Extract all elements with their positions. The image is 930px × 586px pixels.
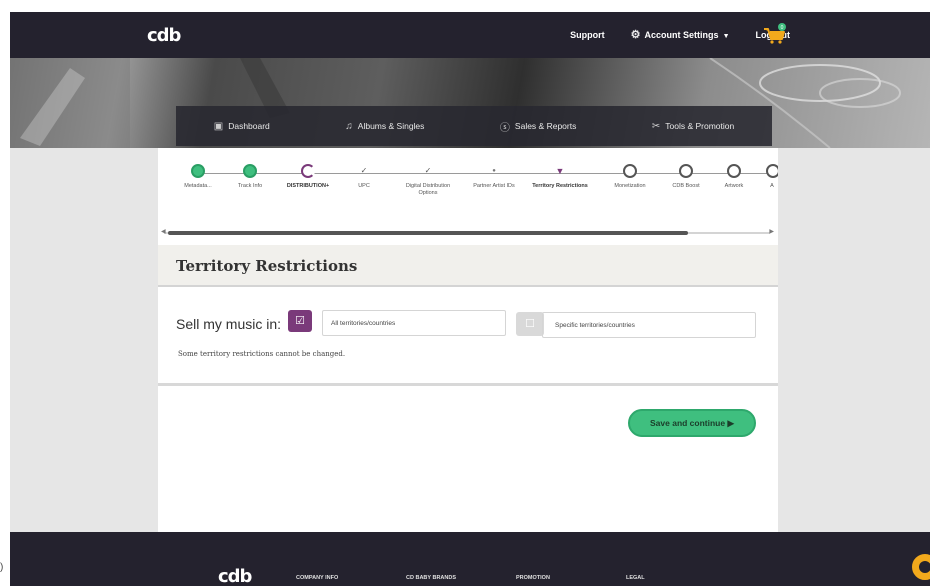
tools-icon: ✂	[651, 120, 661, 132]
step-monetization[interactable]: Monetization	[602, 164, 658, 190]
step-partner-artist-ids[interactable]: ● Partner Artist IDs	[466, 164, 522, 190]
nav-tools-promotion[interactable]: ✂ Tools & Promotion	[652, 121, 734, 132]
specific-territories-option[interactable]: Specific territories/countries	[542, 312, 756, 338]
step-label: Metadata...	[184, 183, 212, 189]
step-label: Artwork	[724, 183, 744, 189]
step-label: Territory Restrictions	[532, 183, 588, 189]
step-label: Monetization	[614, 183, 646, 189]
location-pin-icon: ▼	[555, 166, 565, 176]
nav-dashboard-label: Dashboard	[228, 121, 270, 131]
step-label: DISTRIBUTION+	[286, 183, 330, 189]
footer-link-cd-baby-brands[interactable]: CD BABY BRANDS	[406, 575, 516, 581]
step-label: A	[770, 183, 774, 189]
progress-stepper: Metadata... Track Info DISTRIBUTION+ ✓ U…	[158, 148, 778, 238]
top-links: Support ⚙Account Settings▼ Log Out	[570, 28, 790, 41]
step-open-icon	[766, 164, 778, 178]
step-current-icon	[301, 164, 315, 178]
step-open-icon	[679, 164, 693, 178]
nav-sales-label: Sales & Reports	[514, 121, 577, 131]
step-territory-restrictions[interactable]: ▼ Territory Restrictions	[532, 164, 588, 190]
chat-bubble-icon[interactable]	[912, 554, 930, 580]
step-label: UPC	[358, 183, 370, 189]
footer-link-promotion[interactable]: PROMOTION	[516, 575, 626, 581]
footer-link-company-info[interactable]: COMPANY INFO	[296, 575, 406, 581]
nav-albums-label: Albums & Singles	[357, 121, 425, 131]
cart-count: 0	[781, 25, 784, 31]
checkmark-icon: ✓	[424, 166, 432, 175]
step-open-icon	[623, 164, 637, 178]
step-label: Digital Distribution Options	[405, 183, 451, 196]
footer: cdb COMPANY INFO CD BABY BRANDS PROMOTIO…	[10, 532, 930, 586]
step-label: Track Info	[237, 183, 263, 189]
nav-albums-singles[interactable]: ♫ Albums & Singles	[345, 121, 424, 132]
section-header: Territory Restrictions	[158, 245, 778, 287]
top-navbar: cdb Support ⚙Account Settings▼ Log Out 0	[10, 12, 930, 58]
footer-link-legal[interactable]: LEGAL	[626, 575, 736, 581]
territory-panel: Sell my music in: Some territory restric…	[158, 294, 778, 386]
left-gutter	[10, 148, 158, 532]
dashboard-icon: ▣	[213, 120, 224, 132]
step-metadata[interactable]: Metadata...	[170, 164, 226, 190]
scroll-left-icon[interactable]: ◀	[161, 228, 166, 235]
edge-glyph: )	[0, 562, 4, 573]
right-gutter	[778, 148, 930, 532]
dot-icon: ●	[492, 168, 496, 174]
cart-icon[interactable]: 0	[763, 23, 787, 45]
step-digital-distribution[interactable]: ✓ Digital Distribution Options	[400, 164, 456, 197]
step-label: Partner Artist IDs	[473, 183, 515, 189]
stepper-scroll-thumb[interactable]	[168, 231, 688, 235]
nav-tools-label: Tools & Promotion	[665, 121, 735, 131]
territory-note: Some territory restrictions cannot be ch…	[178, 350, 346, 358]
footer-logo[interactable]: cdb	[218, 566, 252, 586]
cdbaby-logo[interactable]: cdb	[147, 25, 181, 46]
chevron-down-icon: ▼	[722, 33, 730, 40]
specific-territories-checkbox[interactable]: ☐	[516, 312, 544, 336]
step-distribution[interactable]: DISTRIBUTION+	[280, 164, 336, 190]
gear-icon: ⚙	[630, 29, 641, 41]
nav-sales-reports[interactable]: ⓢ Sales & Reports	[500, 119, 576, 134]
support-link[interactable]: Support	[570, 30, 605, 40]
step-open-icon	[727, 164, 741, 178]
dollar-icon: ⓢ	[499, 122, 510, 134]
account-settings-label: Account Settings	[644, 30, 719, 40]
step-upc[interactable]: ✓ UPC	[336, 164, 392, 190]
all-territories-option[interactable]: All territories/countries	[322, 310, 506, 336]
sell-music-label: Sell my music in:	[176, 316, 282, 332]
save-and-continue-button[interactable]: Save and continue ▶	[628, 409, 756, 437]
account-settings-menu[interactable]: ⚙ Account Settings ▼	[631, 28, 730, 41]
step-track-info[interactable]: Track Info	[222, 164, 278, 190]
section-nav: ▣ Dashboard ♫ Albums & Singles ⓢ Sales & Re…	[176, 106, 772, 146]
main-card: Metadata... Track Info DISTRIBUTION+ ✓ U…	[158, 148, 778, 532]
step-artwork[interactable]: Artwork	[706, 164, 762, 190]
all-territories-checkbox[interactable]: ☑	[288, 310, 312, 332]
step-complete-icon	[243, 164, 257, 178]
checkmark-icon: ✓	[360, 166, 368, 175]
footer-links: COMPANY INFO CD BABY BRANDS PROMOTION LE…	[296, 575, 736, 581]
scroll-right-icon[interactable]: ▶	[769, 228, 774, 235]
step-truncated[interactable]: A	[766, 164, 778, 190]
page-title: Territory Restrictions	[176, 257, 358, 275]
step-complete-icon	[191, 164, 205, 178]
music-note-icon: ♫	[345, 120, 353, 132]
nav-dashboard[interactable]: ▣ Dashboard	[214, 121, 270, 132]
